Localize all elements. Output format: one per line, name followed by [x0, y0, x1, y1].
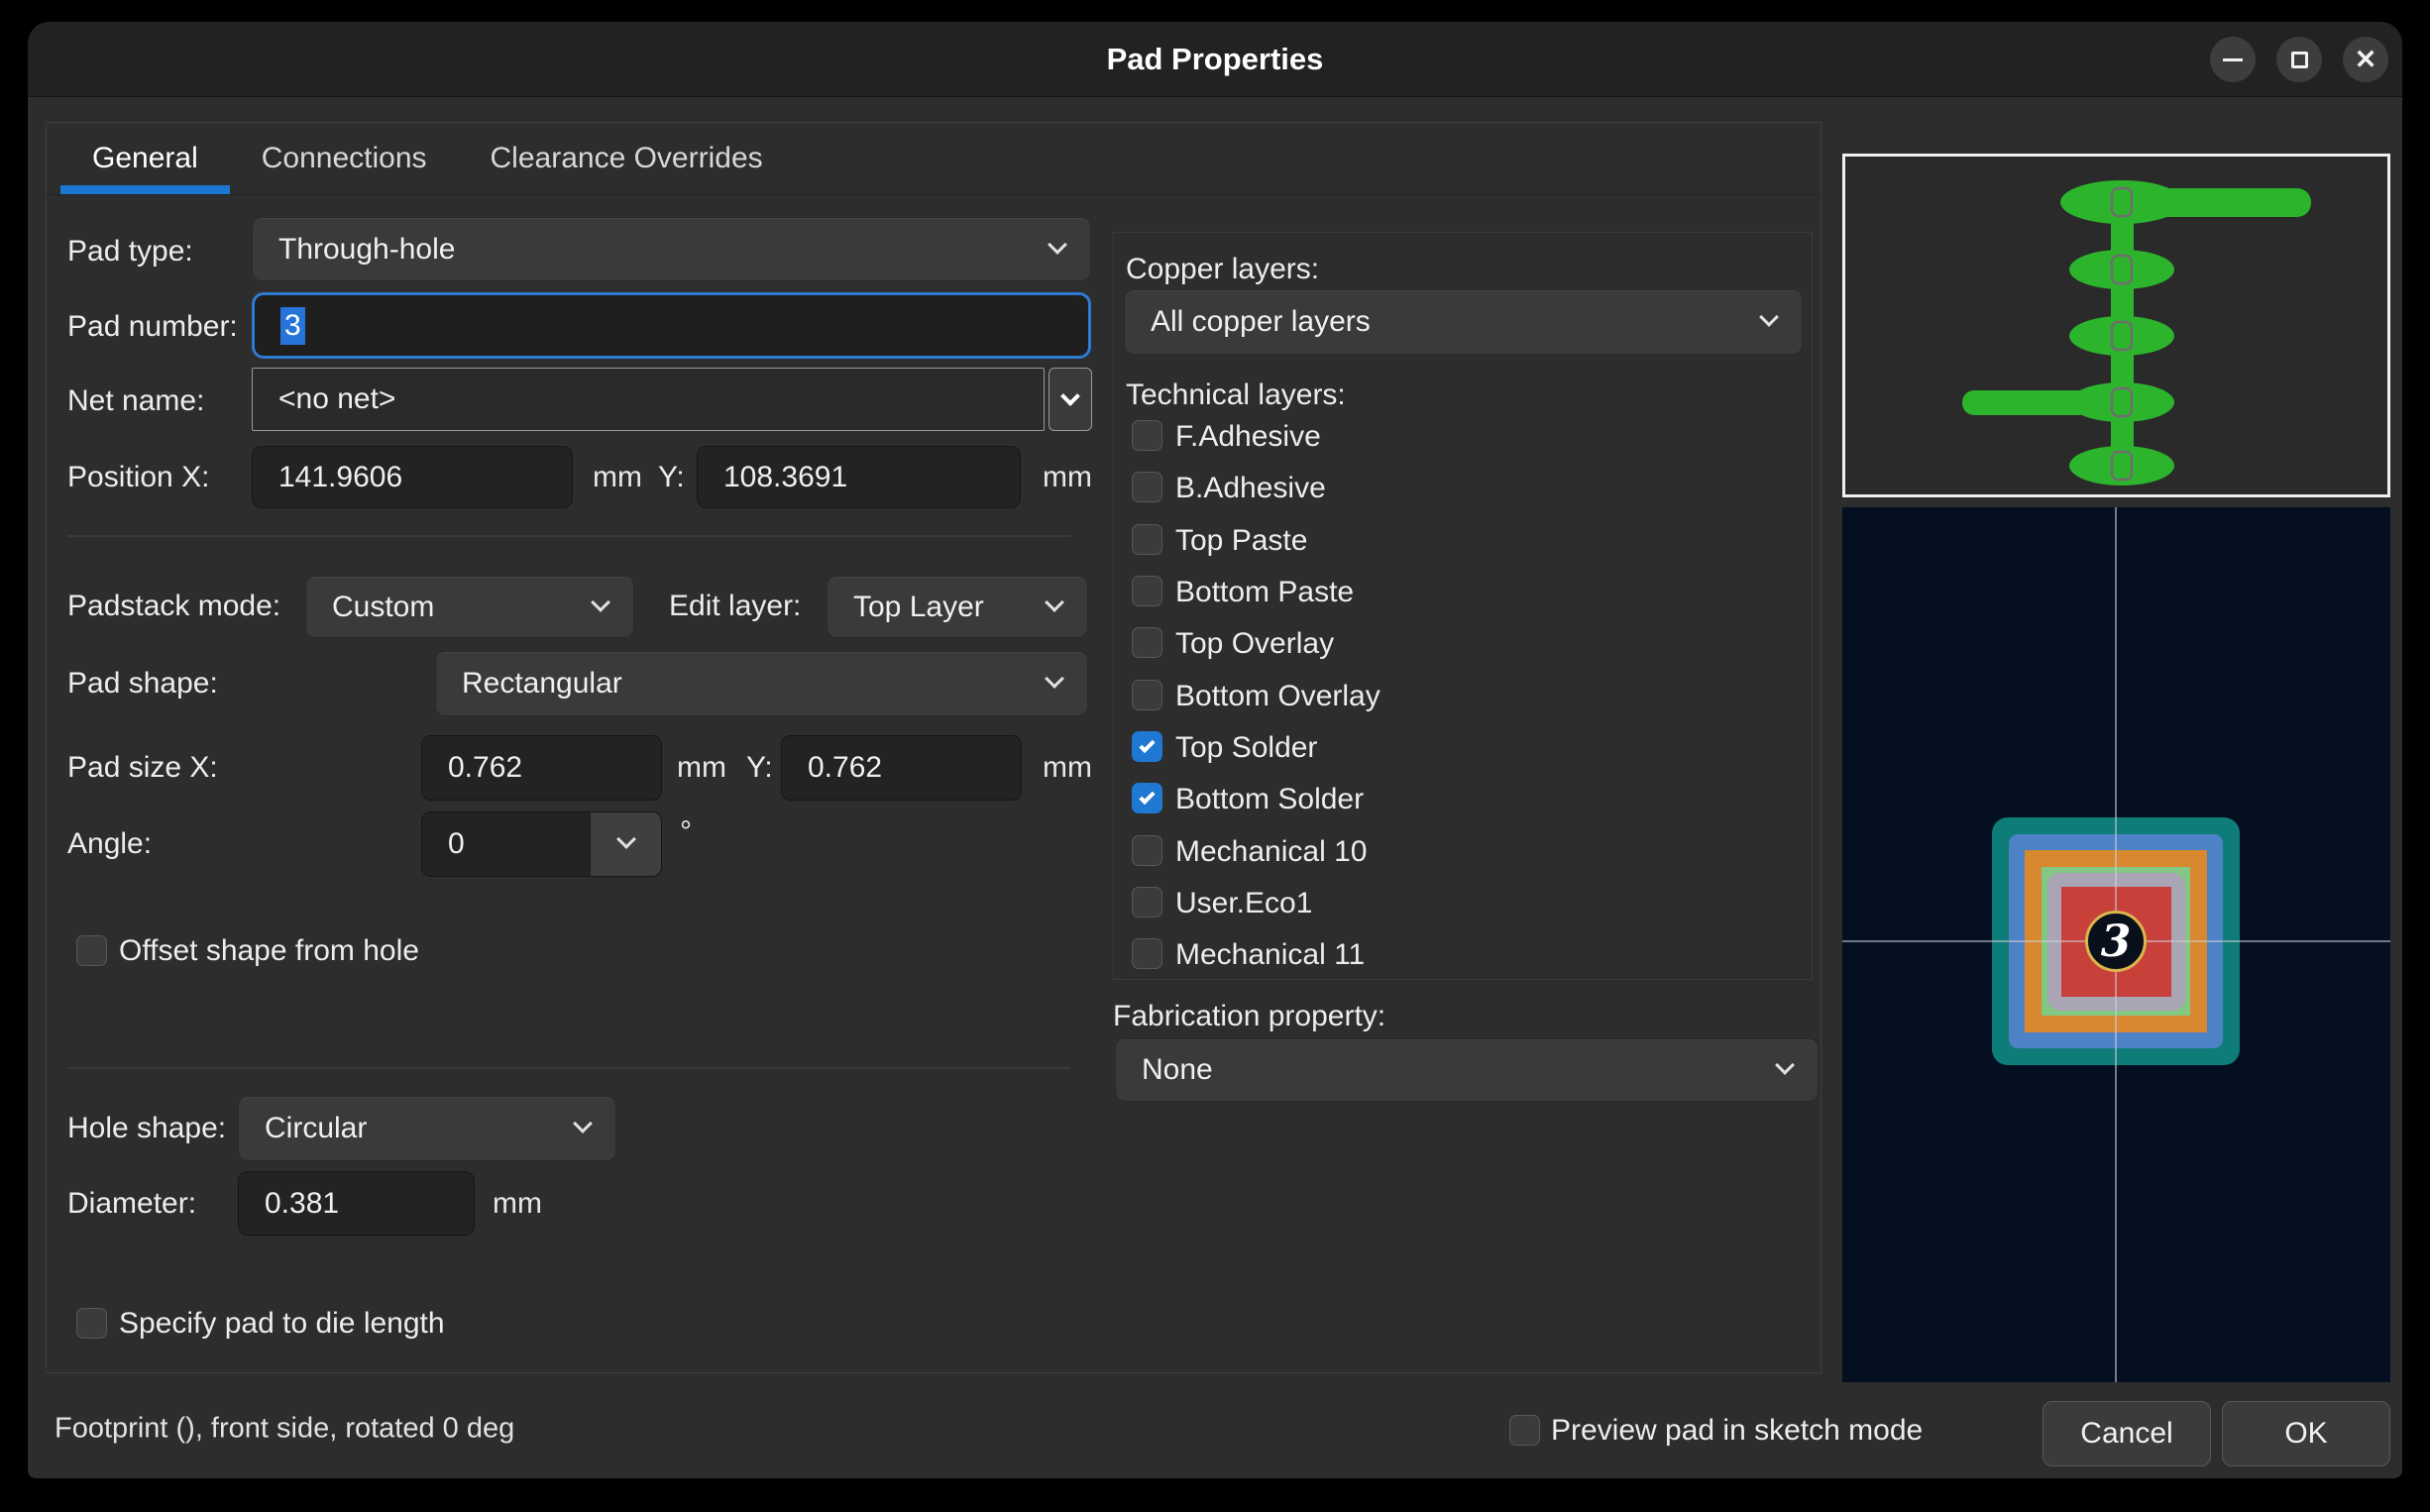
offset-shape-checkbox[interactable] — [76, 935, 107, 966]
pad-size-y-label: Y: — [746, 751, 773, 784]
diameter-input[interactable]: 0.381 — [238, 1171, 475, 1236]
window-title: Pad Properties — [1106, 41, 1324, 76]
layer-checkbox[interactable] — [1132, 731, 1162, 762]
pad-hole-marker: 3 — [2085, 911, 2147, 972]
title-bar[interactable]: Pad Properties ✕ — [28, 22, 2402, 97]
pad-shape-label: Pad shape: — [67, 667, 218, 700]
divider — [67, 535, 1070, 537]
copper-layers-dropdown[interactable]: All copper layers — [1124, 289, 1803, 355]
footprint-status-text: Footprint (), front side, rotated 0 deg — [55, 1412, 515, 1445]
fabrication-property-dropdown[interactable]: None — [1115, 1038, 1819, 1102]
tab-bar: General Connections Clearance Overrides — [47, 123, 1821, 195]
fabrication-property-label: Fabrication property: — [1113, 1000, 1386, 1032]
chevron-down-icon — [1048, 234, 1067, 255]
diameter-label: Diameter: — [67, 1187, 197, 1220]
net-name-dropdown-button[interactable] — [1049, 368, 1092, 431]
close-button[interactable]: ✕ — [2343, 37, 2388, 82]
maximize-button[interactable] — [2276, 37, 2322, 82]
layer-checkbox[interactable] — [1132, 524, 1162, 555]
layers-groupbox: Copper layers: All copper layers Technic… — [1113, 232, 1813, 980]
hole-shape-dropdown[interactable]: Circular — [238, 1096, 616, 1161]
copper-layers-label: Copper layers: — [1126, 253, 1320, 285]
ok-button[interactable]: OK — [2222, 1401, 2390, 1466]
tab-connections[interactable]: Connections — [230, 123, 459, 194]
tab-clearance-overrides[interactable]: Clearance Overrides — [459, 123, 795, 194]
angle-label: Angle: — [67, 827, 153, 860]
pad-shape-dropdown[interactable]: Rectangular — [435, 651, 1088, 716]
pad-properties-dialog: Pad Properties ✕ General Connections Cle… — [28, 22, 2402, 1478]
pad-preview: 3 — [1842, 507, 2390, 1382]
tab-general[interactable]: General — [60, 123, 230, 194]
minimize-button[interactable] — [2210, 37, 2256, 82]
padstack-mode-label: Padstack mode: — [67, 590, 281, 622]
layer-checkbox[interactable] — [1132, 680, 1162, 710]
selected-text: 3 — [280, 306, 305, 345]
chevron-down-icon — [573, 1114, 593, 1134]
padstack-mode-dropdown[interactable]: Custom — [305, 576, 634, 638]
position-y-unit: mm — [1043, 461, 1092, 493]
check-icon — [1139, 736, 1156, 753]
pad-size-y-unit: mm — [1043, 751, 1092, 784]
technical-layers-label: Technical layers: — [1126, 378, 1346, 411]
check-icon — [1139, 788, 1156, 805]
footprint-preview — [1842, 154, 2390, 497]
chevron-down-icon — [1045, 592, 1064, 612]
pad-number-label: Pad number: — [67, 310, 238, 343]
divider — [67, 1067, 1070, 1069]
pad-number-input[interactable]: 3 — [252, 292, 1091, 359]
footprint-drawing — [1962, 180, 2311, 486]
position-x-input[interactable]: 141.9606 — [252, 446, 573, 508]
maximize-icon — [2290, 51, 2308, 68]
layer-checkbox[interactable] — [1132, 627, 1162, 658]
chevron-down-icon — [1045, 669, 1064, 689]
chevron-down-icon — [616, 829, 636, 849]
layer-checkbox[interactable] — [1132, 835, 1162, 866]
angle-combobox[interactable]: 0 — [421, 811, 662, 877]
edit-layer-dropdown[interactable]: Top Layer — [827, 576, 1088, 638]
angle-unit: ° — [680, 815, 692, 848]
angle-dropdown-button[interactable] — [590, 812, 661, 876]
net-name-combobox[interactable]: <no net> — [252, 368, 1045, 431]
position-y-label: Y: — [658, 461, 685, 493]
diameter-unit: mm — [493, 1187, 542, 1220]
edit-layer-label: Edit layer: — [669, 590, 802, 622]
minimize-icon — [2223, 57, 2243, 61]
layer-checkbox[interactable] — [1132, 887, 1162, 918]
chevron-down-icon — [1060, 386, 1080, 406]
pad-to-die-checkbox[interactable] — [76, 1308, 107, 1339]
position-x-unit: mm — [593, 461, 642, 493]
layer-checkbox[interactable] — [1132, 472, 1162, 502]
pad-size-x-input[interactable]: 0.762 — [421, 735, 662, 801]
layer-checkbox[interactable] — [1132, 938, 1162, 969]
layer-checkbox[interactable] — [1132, 783, 1162, 813]
pad-type-dropdown[interactable]: Through-hole — [252, 217, 1091, 281]
offset-shape-label: Offset shape from hole — [119, 934, 419, 967]
layer-checkbox[interactable] — [1132, 420, 1162, 451]
chevron-down-icon — [591, 592, 610, 612]
pad-size-x-label: Pad size X: — [67, 751, 218, 784]
sketch-mode-checkbox[interactable] — [1509, 1415, 1540, 1446]
position-y-input[interactable]: 108.3691 — [697, 446, 1021, 508]
layer-checkbox[interactable] — [1132, 576, 1162, 606]
sketch-mode-label: Preview pad in sketch mode — [1551, 1414, 1924, 1447]
pad-size-y-input[interactable]: 0.762 — [781, 735, 1022, 801]
close-icon: ✕ — [2354, 44, 2377, 74]
chevron-down-icon — [1775, 1055, 1795, 1075]
position-x-label: Position X: — [67, 461, 210, 493]
net-name-label: Net name: — [67, 384, 205, 417]
pad-size-x-unit: mm — [677, 751, 726, 784]
chevron-down-icon — [1759, 307, 1779, 327]
notebook: General Connections Clearance Overrides … — [46, 122, 1822, 1373]
hole-shape-label: Hole shape: — [67, 1112, 227, 1144]
pad-type-label: Pad type: — [67, 235, 193, 268]
cancel-button[interactable]: Cancel — [2043, 1401, 2211, 1466]
pad-to-die-label: Specify pad to die length — [119, 1307, 445, 1340]
